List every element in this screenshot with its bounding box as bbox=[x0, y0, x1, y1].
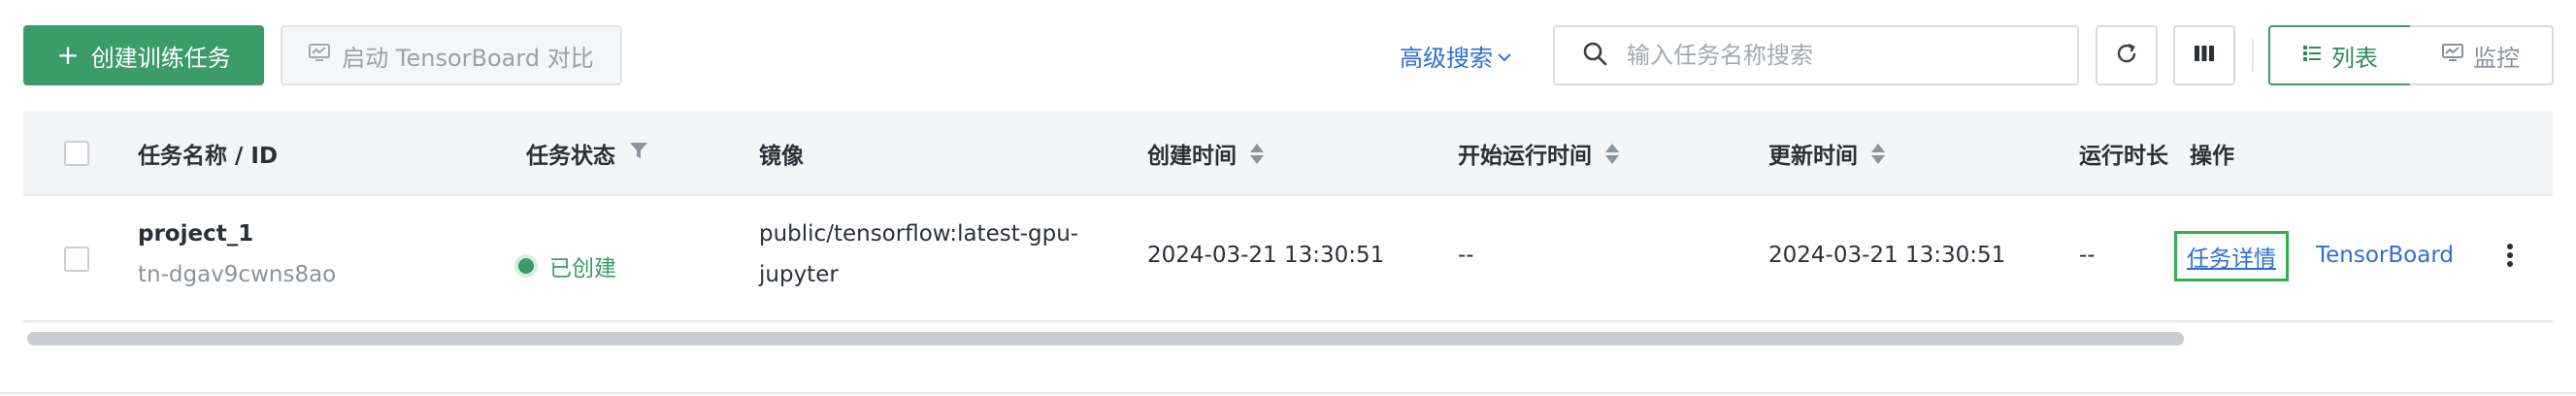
toolbar-divider bbox=[2252, 39, 2254, 72]
plus-icon: + bbox=[56, 39, 80, 71]
created-time: 2024-03-21 13:30:51 bbox=[1147, 243, 1385, 268]
column-header-status-label: 任务状态 bbox=[526, 144, 615, 169]
status-dot-icon bbox=[518, 258, 534, 274]
started-time: -- bbox=[1458, 243, 1474, 268]
task-search-box[interactable] bbox=[1553, 25, 2079, 85]
refresh-button[interactable] bbox=[2096, 25, 2158, 85]
view-monitor-tab[interactable]: 监控 bbox=[2410, 25, 2554, 85]
more-vertical-icon bbox=[2506, 243, 2514, 272]
image-line-2: jupyter bbox=[759, 262, 839, 287]
view-list-label: 列表 bbox=[2331, 44, 2378, 72]
create-training-task-label: 创建训练任务 bbox=[90, 44, 231, 72]
column-header-name-label: 任务名称 / ID bbox=[138, 144, 279, 169]
column-header-name: 任务名称 / ID bbox=[138, 136, 278, 171]
table-row: project_1 tn-dgav9cwns8ao 已创建 public/ten… bbox=[23, 196, 2553, 322]
column-header-created-label: 创建时间 bbox=[1147, 144, 1237, 169]
refresh-icon bbox=[2114, 41, 2139, 70]
task-search-input[interactable] bbox=[1625, 41, 2056, 70]
create-training-task-button[interactable]: + 创建训练任务 bbox=[23, 25, 264, 85]
column-header-duration: 运行时长 bbox=[2079, 136, 2170, 171]
column-header-created[interactable]: 创建时间 bbox=[1147, 136, 1264, 171]
search-icon bbox=[1582, 41, 1607, 70]
column-header-updated[interactable]: 更新时间 bbox=[1768, 136, 1885, 171]
column-header-started-label: 开始运行时间 bbox=[1458, 144, 1592, 169]
column-header-actions-label: 操作 bbox=[2190, 144, 2234, 169]
advanced-search-label: 高级搜索 bbox=[1400, 44, 1493, 72]
task-id: tn-dgav9cwns8ao bbox=[138, 262, 337, 287]
column-header-duration-label: 运行时长 bbox=[2079, 144, 2168, 169]
more-actions-button[interactable] bbox=[2498, 243, 2522, 272]
sort-icon[interactable] bbox=[1605, 143, 1619, 164]
column-header-image: 镜像 bbox=[759, 136, 804, 171]
advanced-search-link[interactable]: 高级搜索 bbox=[1400, 39, 1512, 72]
filter-icon[interactable] bbox=[629, 141, 648, 166]
task-name: project_1 bbox=[138, 221, 254, 247]
tensorboard-compare-button[interactable]: 启动 TensorBoard 对比 bbox=[281, 25, 622, 85]
columns-icon bbox=[2194, 44, 2215, 67]
image-line-1: public/tensorflow:latest-gpu- bbox=[759, 221, 1079, 247]
column-header-updated-label: 更新时间 bbox=[1768, 144, 1858, 169]
column-header-status: 任务状态 bbox=[526, 136, 648, 171]
status-label: 已创建 bbox=[549, 256, 616, 281]
column-header-image-label: 镜像 bbox=[759, 144, 804, 169]
run-duration: -- bbox=[2079, 243, 2096, 268]
column-header-actions: 操作 bbox=[2190, 136, 2234, 171]
tensorboard-link[interactable]: TensorBoard bbox=[2316, 243, 2454, 268]
sort-icon[interactable] bbox=[1871, 143, 1885, 164]
sort-icon[interactable] bbox=[1250, 143, 1264, 164]
row-checkbox[interactable] bbox=[64, 247, 89, 272]
monitor-icon bbox=[2442, 42, 2463, 69]
updated-time: 2024-03-21 13:30:51 bbox=[1768, 243, 2006, 268]
column-header-started[interactable]: 开始运行时间 bbox=[1458, 136, 1619, 171]
status-badge: 已创建 bbox=[518, 249, 616, 282]
bottom-divider bbox=[0, 392, 2576, 394]
training-task-table: 任务名称 / ID 任务状态 镜像 创建时间 开始运行时间 更新时间 运行时长 bbox=[23, 111, 2553, 324]
table-header: 任务名称 / ID 任务状态 镜像 创建时间 开始运行时间 更新时间 运行时长 bbox=[23, 111, 2553, 196]
column-settings-button[interactable] bbox=[2173, 25, 2235, 85]
task-detail-link[interactable]: 任务详情 bbox=[2174, 231, 2289, 281]
view-list-tab[interactable]: 列表 bbox=[2268, 25, 2412, 85]
monitor-icon bbox=[309, 42, 331, 69]
list-icon bbox=[2302, 42, 2322, 69]
chevron-down-icon bbox=[1497, 42, 1512, 69]
horizontal-scrollbar-thumb[interactable] bbox=[27, 332, 2184, 346]
tensorboard-compare-label: 启动 TensorBoard 对比 bbox=[342, 44, 594, 72]
select-all-checkbox[interactable] bbox=[64, 141, 89, 166]
view-monitor-label: 监控 bbox=[2473, 44, 2520, 72]
